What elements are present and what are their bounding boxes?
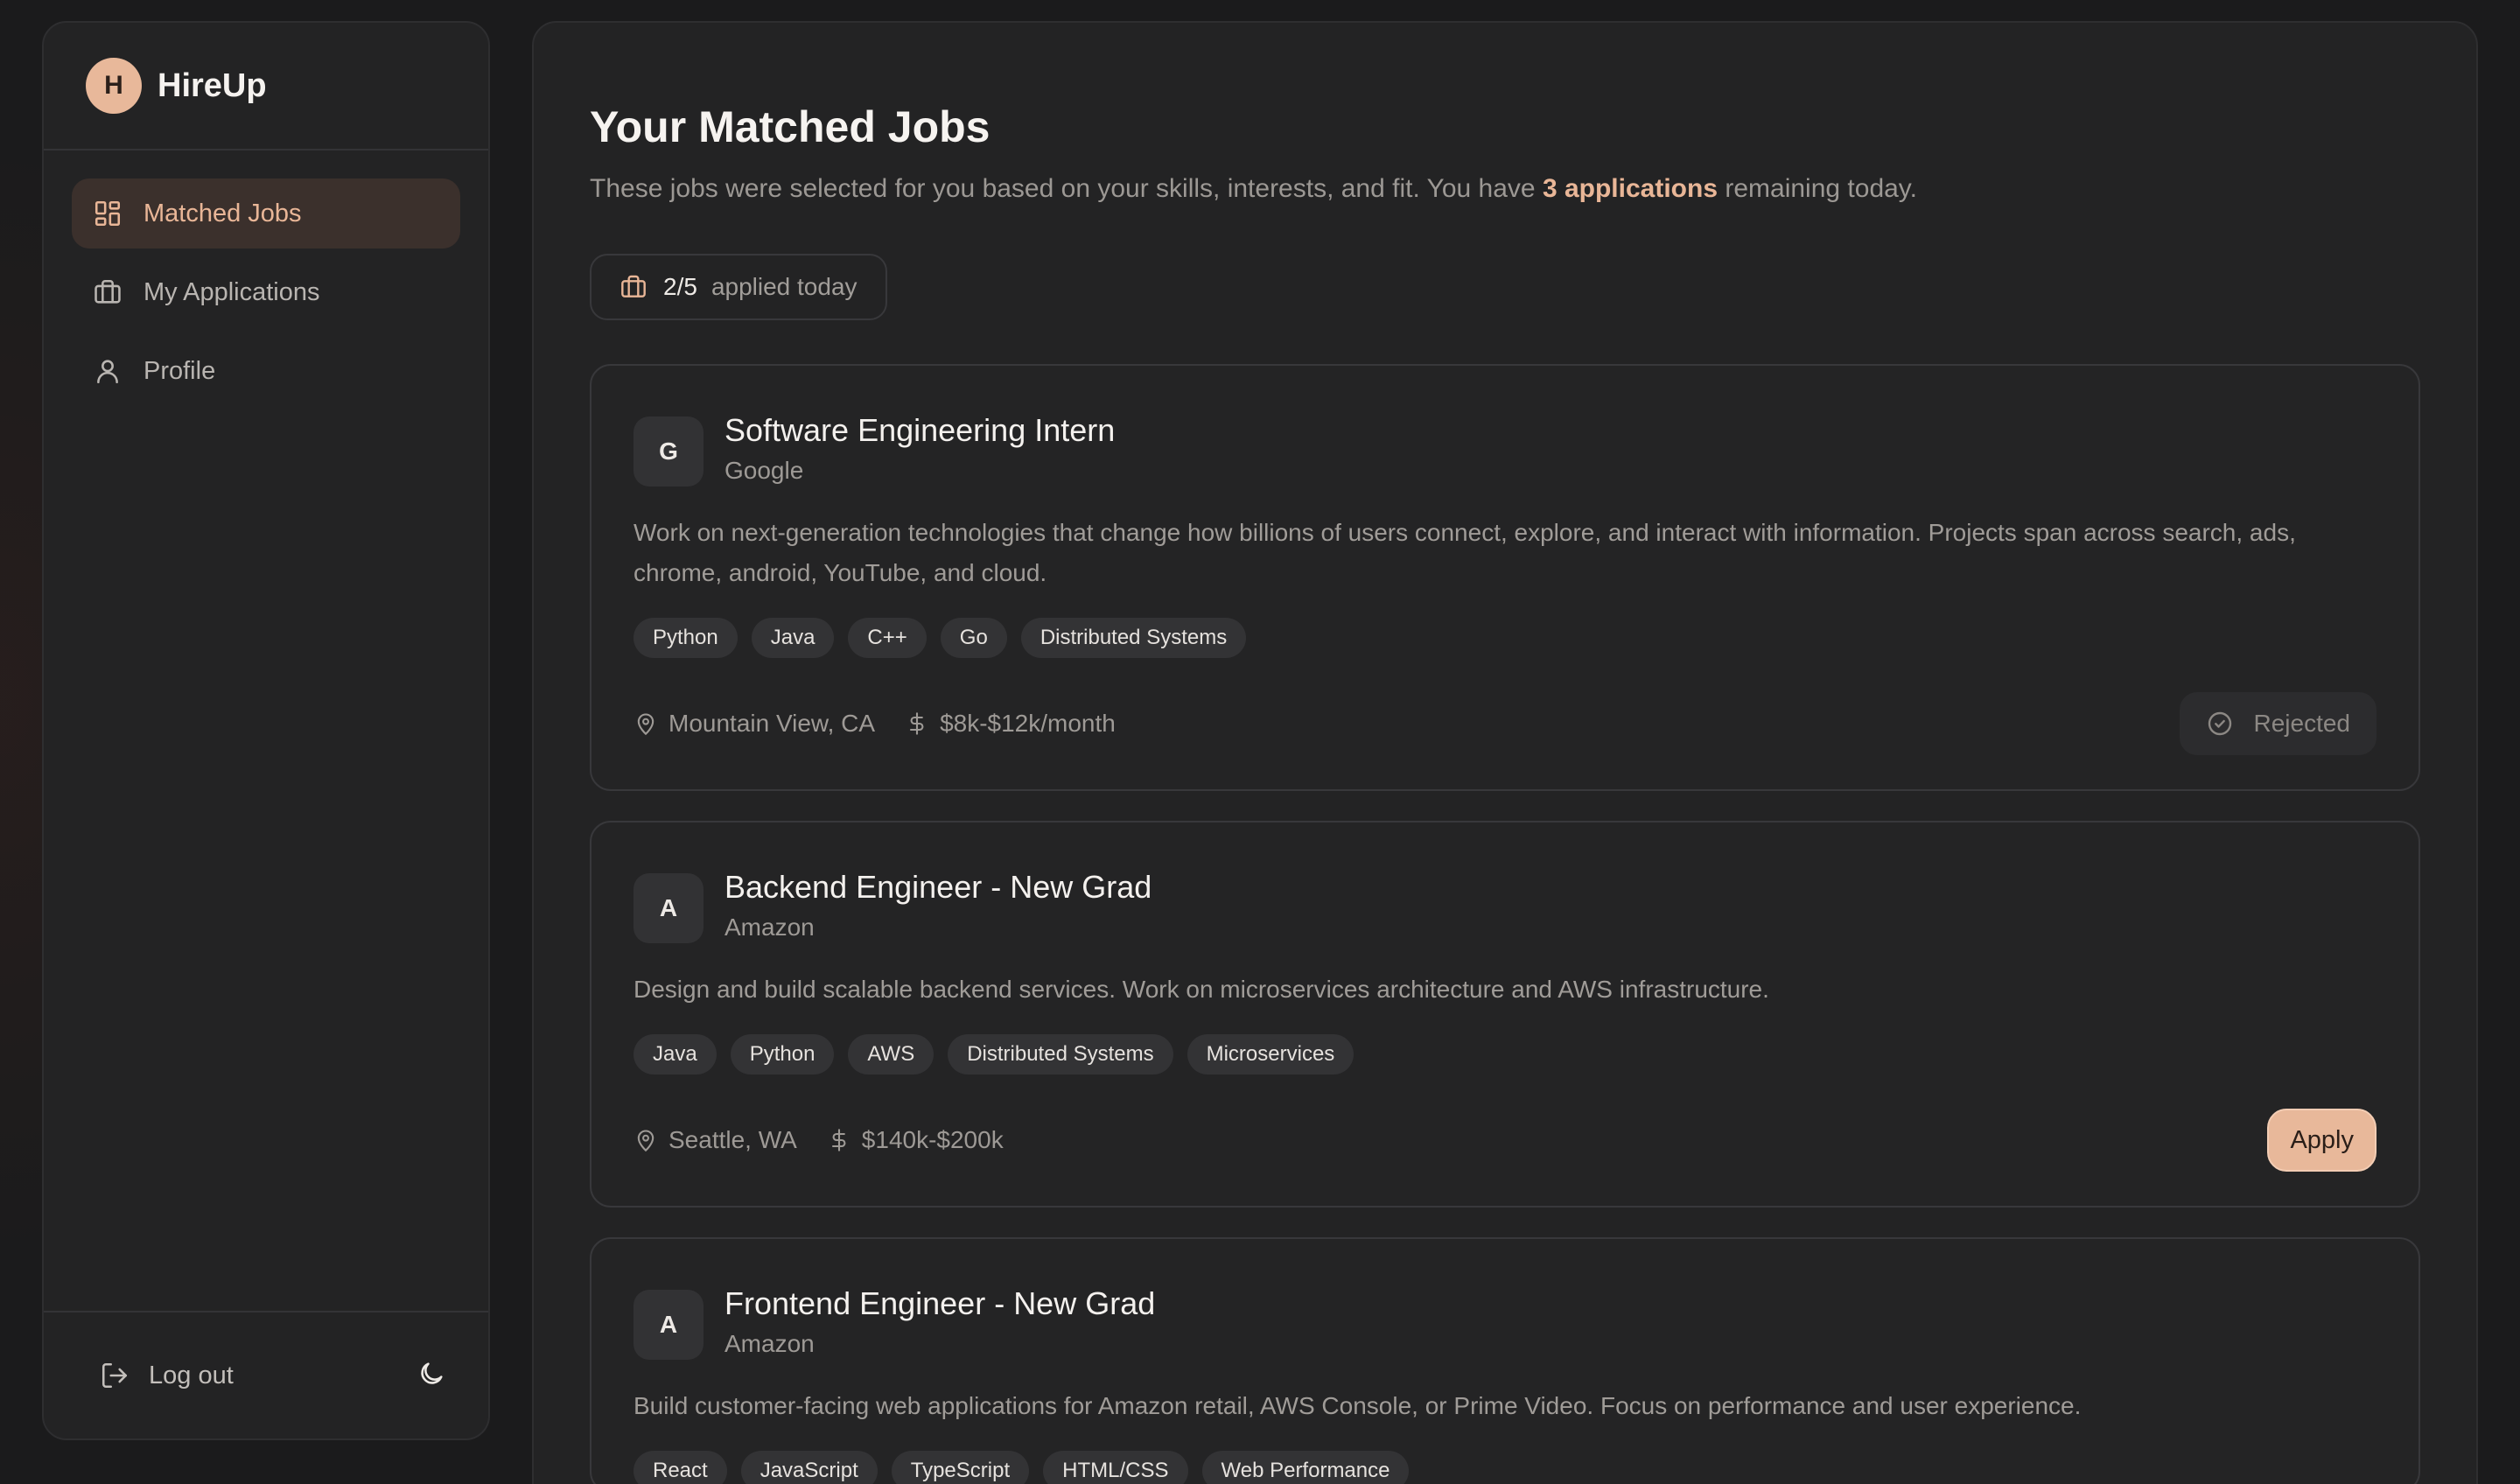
job-title[interactable]: Backend Engineer - New Grad xyxy=(724,870,1152,905)
sidebar: H HireUp Matched Jobs My Applications Pr… xyxy=(42,21,490,1440)
job-header: A Frontend Engineer - New Grad Amazon xyxy=(634,1286,2376,1360)
main-content: Your Matched Jobs These jobs were select… xyxy=(532,21,2478,1484)
skill-tags: Java Python AWS Distributed Systems Micr… xyxy=(634,1034,2376,1074)
dollar-icon xyxy=(831,1129,846,1152)
skill-tags: React JavaScript TypeScript HTML/CSS Web… xyxy=(634,1451,2376,1484)
subtitle-text-end: remaining today. xyxy=(1718,174,1917,203)
company-logo: A xyxy=(634,873,704,943)
job-card[interactable]: A Backend Engineer - New Grad Amazon Des… xyxy=(590,821,2420,1208)
map-pin-icon xyxy=(637,713,654,736)
moon-icon xyxy=(421,1362,443,1384)
skill-tag: Web Performance xyxy=(1201,1451,1410,1484)
job-location: Mountain View, CA xyxy=(634,710,875,738)
subtitle-text: These jobs were selected for you based o… xyxy=(590,174,1543,203)
sidebar-item-my-applications[interactable]: My Applications xyxy=(72,257,460,327)
job-company: Amazon xyxy=(724,1329,815,1357)
company-logo: A xyxy=(634,1290,704,1360)
skill-tag: Java xyxy=(751,618,835,658)
job-header: G Software Engineering Intern Google xyxy=(634,413,2376,486)
location-text: Mountain View, CA xyxy=(668,710,876,737)
page-title: Your Matched Jobs xyxy=(590,102,990,151)
brand-name: HireUp xyxy=(158,66,267,104)
skill-tag: React xyxy=(634,1451,727,1484)
job-footer: Mountain View, CA $8k-$12k/month Rejecte… xyxy=(634,658,2376,789)
applications-remaining: 3 applications xyxy=(1542,174,1718,203)
skill-tag: Distributed Systems xyxy=(948,1034,1173,1074)
sidebar-item-matched-jobs[interactable]: Matched Jobs xyxy=(72,178,460,248)
job-card[interactable]: G Software Engineering Intern Google Wor… xyxy=(590,364,2420,791)
skill-tag: TypeScript xyxy=(891,1451,1030,1484)
logout-button[interactable]: Log out xyxy=(100,1361,234,1390)
job-title[interactable]: Software Engineering Intern xyxy=(724,413,1115,448)
skill-tag: Java xyxy=(634,1034,717,1074)
salary-text: $140k-$200k xyxy=(861,1126,1004,1153)
theme-toggle-button[interactable] xyxy=(416,1359,446,1393)
sidebar-item-label: Profile xyxy=(144,356,216,385)
sidebar-item-label: My Applications xyxy=(144,277,320,306)
sidebar-nav: Matched Jobs My Applications Profile xyxy=(44,150,488,406)
company-logo: G xyxy=(634,416,704,486)
skill-tag: AWS xyxy=(848,1034,934,1074)
job-description: Work on next-generation technologies tha… xyxy=(634,519,2296,586)
sidebar-footer: Log out xyxy=(44,1311,488,1438)
briefcase-icon xyxy=(94,279,121,304)
job-header: A Backend Engineer - New Grad Amazon xyxy=(634,870,2376,943)
job-location: Seattle, WA xyxy=(634,1126,797,1154)
location-text: Seattle, WA xyxy=(668,1126,797,1153)
brand[interactable]: H HireUp xyxy=(44,23,488,150)
skill-tags: Python Java C++ Go Distributed Systems xyxy=(634,618,2376,658)
rejected-status: Rejected xyxy=(2180,692,2376,755)
salary-text: $8k-$12k/month xyxy=(940,710,1116,737)
skill-tag: HTML/CSS xyxy=(1043,1451,1188,1484)
skill-tag: C++ xyxy=(848,618,927,658)
job-salary: $8k-$12k/month xyxy=(905,710,1116,738)
check-circle-icon xyxy=(2208,711,2232,736)
status-label: Rejected xyxy=(2253,710,2350,737)
map-pin-icon xyxy=(637,1130,654,1152)
grid-icon xyxy=(94,200,121,227)
apply-button[interactable]: Apply xyxy=(2267,1109,2376,1172)
job-meta: Mountain View, CA $8k-$12k/month xyxy=(634,710,1145,738)
job-meta: Seattle, WA $140k-$200k xyxy=(634,1126,1033,1154)
skill-tag: Go xyxy=(940,618,1007,658)
job-description: Design and build scalable backend servic… xyxy=(634,976,1769,1003)
skill-tag: JavaScript xyxy=(740,1451,878,1484)
page-subtitle: These jobs were selected for you based o… xyxy=(590,173,2420,205)
user-icon xyxy=(97,360,118,384)
logout-label: Log out xyxy=(149,1361,234,1390)
skill-tag: Python xyxy=(730,1034,835,1074)
job-company: Amazon xyxy=(724,913,815,941)
briefcase-icon xyxy=(621,275,646,298)
job-footer: Seattle, WA $140k-$200k Apply xyxy=(634,1074,2376,1206)
applied-count: 2/5 xyxy=(663,273,697,300)
job-title[interactable]: Frontend Engineer - New Grad xyxy=(724,1286,1155,1321)
skill-tag: Microservices xyxy=(1186,1034,1354,1074)
sidebar-item-profile[interactable]: Profile xyxy=(72,336,460,406)
applied-label: applied today xyxy=(710,273,858,300)
job-card[interactable]: A Frontend Engineer - New Grad Amazon Bu… xyxy=(590,1237,2420,1484)
skill-tag: Distributed Systems xyxy=(1020,618,1247,658)
job-company: Google xyxy=(724,456,804,484)
logout-icon xyxy=(102,1362,128,1389)
job-salary: $140k-$200k xyxy=(827,1126,1004,1154)
brand-avatar: H xyxy=(86,58,142,114)
sidebar-item-label: Matched Jobs xyxy=(144,199,302,228)
applied-today-badge: 2/5 applied today xyxy=(590,254,887,320)
skill-tag: Python xyxy=(634,618,738,658)
dollar-icon xyxy=(910,712,924,735)
job-description: Build customer-facing web applications f… xyxy=(634,1392,2082,1419)
